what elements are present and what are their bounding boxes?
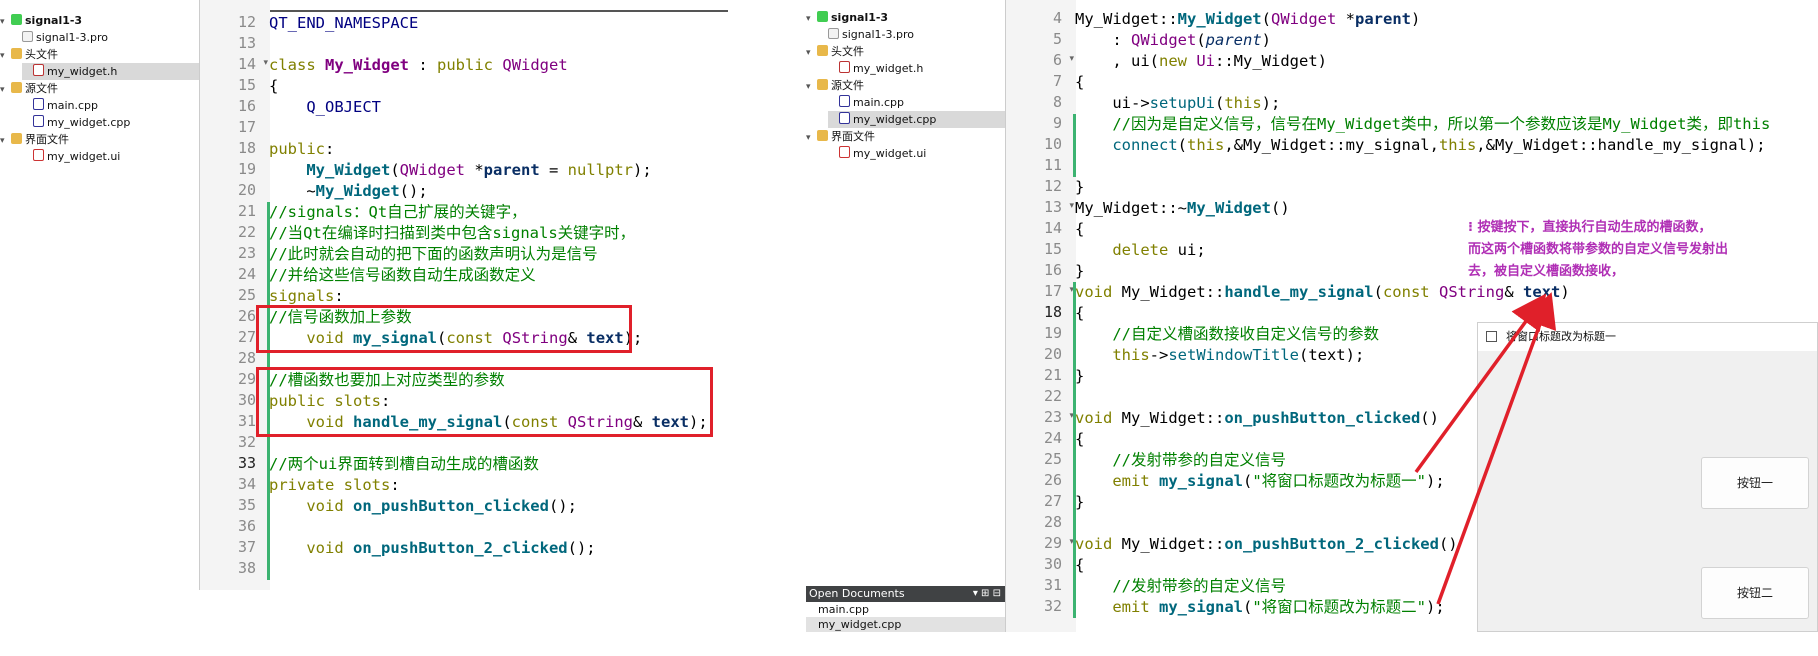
annotation-arrows bbox=[1414, 292, 1557, 605]
arrow-line-1 bbox=[1414, 293, 1547, 474]
arrow-line-2 bbox=[1436, 292, 1557, 605]
